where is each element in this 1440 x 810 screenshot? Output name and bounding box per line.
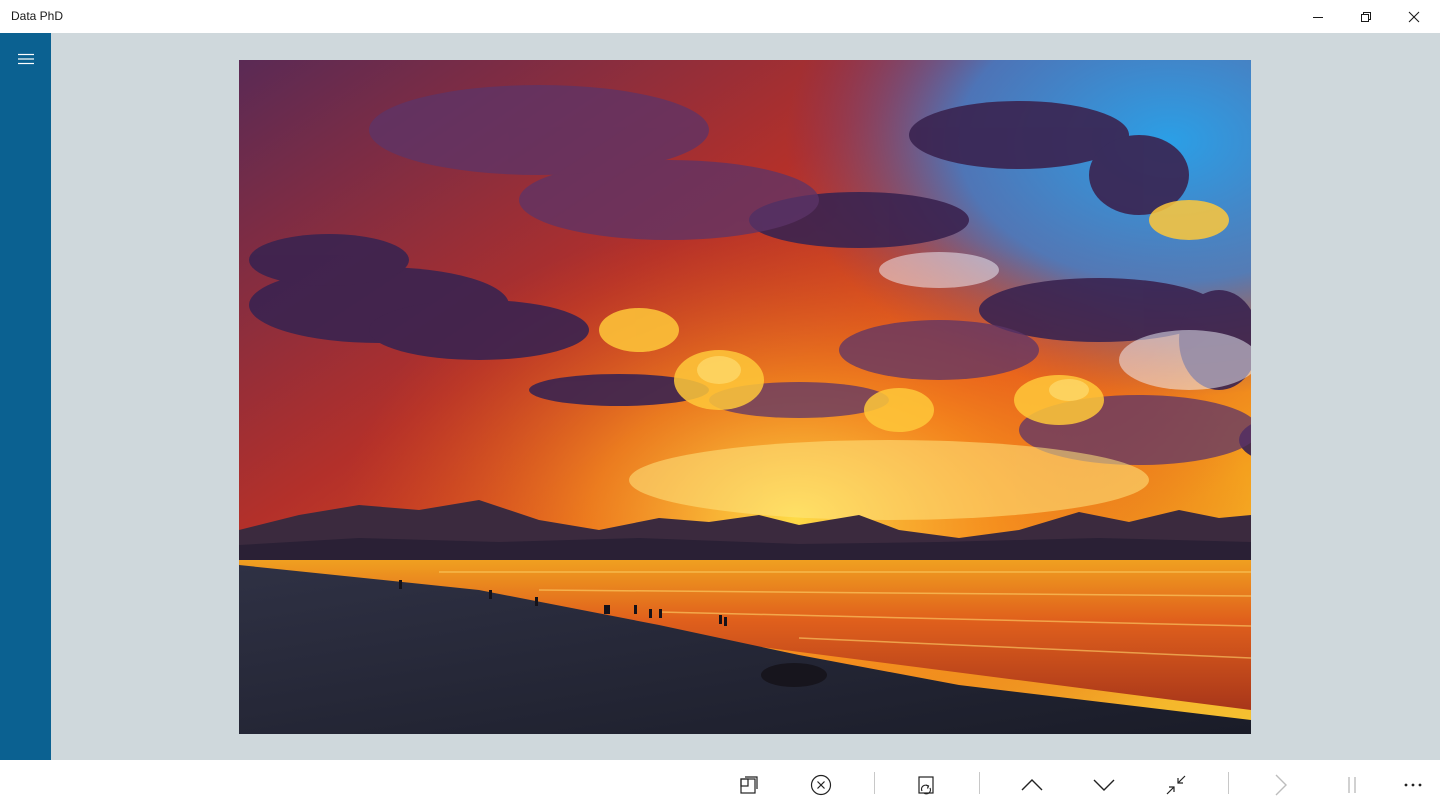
play-icon xyxy=(1275,774,1287,796)
previous-button[interactable] xyxy=(1012,766,1052,804)
hamburger-icon xyxy=(17,53,34,64)
toolbar-separator xyxy=(874,772,875,794)
pause-button[interactable] xyxy=(1332,766,1372,804)
sunset-beach-photo[interactable] xyxy=(239,60,1251,734)
more-button[interactable] xyxy=(1393,766,1433,804)
sunset-illustration xyxy=(239,60,1251,734)
toolbar-separator xyxy=(1228,772,1229,794)
toolbar-separator xyxy=(979,772,980,794)
title-bar: Data PhD xyxy=(0,0,1440,33)
next-button[interactable] xyxy=(1084,766,1124,804)
next-down-icon xyxy=(1093,779,1115,791)
restore-button[interactable] xyxy=(1342,0,1390,33)
collapse-button[interactable] xyxy=(1156,766,1196,804)
previous-up-icon xyxy=(1021,779,1043,791)
pause-icon xyxy=(1348,777,1356,793)
close-icon xyxy=(1408,11,1420,22)
cancel-button[interactable] xyxy=(801,766,841,804)
crop-button[interactable] xyxy=(729,766,769,804)
menu-button[interactable] xyxy=(0,33,51,88)
image-viewer xyxy=(51,33,1440,760)
crop-icon xyxy=(740,776,758,794)
minimize-button[interactable] xyxy=(1294,0,1342,33)
rotate-icon xyxy=(918,776,934,795)
sidebar xyxy=(0,33,51,760)
rotate-button[interactable] xyxy=(906,766,946,804)
play-button[interactable] xyxy=(1261,766,1301,804)
minimize-icon xyxy=(1313,16,1323,18)
close-button[interactable] xyxy=(1390,0,1438,33)
restore-icon xyxy=(1361,11,1371,22)
bottom-toolbar xyxy=(0,760,1440,810)
collapse-icon xyxy=(1166,775,1186,795)
app-title: Data PhD xyxy=(11,9,64,23)
cancel-icon xyxy=(810,774,832,796)
more-icon xyxy=(1404,783,1422,787)
